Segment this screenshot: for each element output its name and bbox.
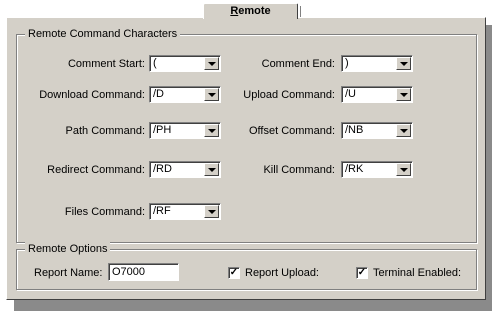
kill-command-value: /RK xyxy=(345,163,364,175)
report-upload-label: Report Upload: xyxy=(245,267,319,279)
report-name-input[interactable]: O7000 xyxy=(108,263,179,281)
path-command-select[interactable]: /PH xyxy=(149,122,221,139)
download-command-value: /D xyxy=(153,88,164,100)
tab-edge xyxy=(298,6,301,17)
comment-end-select[interactable]: ) xyxy=(341,55,413,72)
chevron-down-icon[interactable] xyxy=(396,57,411,70)
chevron-down-icon[interactable] xyxy=(396,124,411,137)
upload-command-value: /U xyxy=(345,88,356,100)
kill-command-select[interactable]: /RK xyxy=(341,161,413,178)
terminal-enabled-label: Terminal Enabled: xyxy=(373,267,462,279)
comment-start-value: ( xyxy=(153,57,157,69)
chevron-down-icon[interactable] xyxy=(396,88,411,101)
tab-remote-label: emote xyxy=(238,5,271,17)
path-command-label: Path Command: xyxy=(65,125,145,137)
path-command-value: /PH xyxy=(153,124,172,136)
kill-command-label: Kill Command: xyxy=(263,164,335,176)
comment-start-label: Comment Start: xyxy=(67,58,145,70)
comment-end-label: Comment End: xyxy=(261,58,335,70)
redirect-command-select[interactable]: /RD xyxy=(149,161,221,178)
download-command-label: Download Command: xyxy=(39,89,145,101)
offset-command-label: Offset Command: xyxy=(249,125,335,137)
offset-command-select[interactable]: /NB xyxy=(341,122,413,139)
chevron-down-icon[interactable] xyxy=(204,124,219,137)
upload-command-select[interactable]: /U xyxy=(341,86,413,103)
files-command-label: Files Command: xyxy=(64,206,145,218)
redirect-command-value: /RD xyxy=(153,163,172,175)
download-command-select[interactable]: /D xyxy=(149,86,221,103)
chevron-down-icon[interactable] xyxy=(204,88,219,101)
terminal-enabled-checkbox[interactable]: ✓ xyxy=(356,267,368,279)
comment-start-select[interactable]: ( xyxy=(149,55,221,72)
chevron-down-icon[interactable] xyxy=(204,163,219,176)
redirect-command-label: Redirect Command: xyxy=(47,164,145,176)
chevron-down-icon[interactable] xyxy=(396,163,411,176)
files-command-select[interactable]: /RF xyxy=(149,203,221,220)
remote-command-characters-title: Remote Command Characters xyxy=(25,27,181,41)
upload-command-label: Upload Command: xyxy=(243,89,335,101)
report-upload-checkbox[interactable]: ✓ xyxy=(228,267,240,279)
remote-panel: Remote Command Characters Comment Start:… xyxy=(6,17,486,300)
comment-end-value: ) xyxy=(345,57,349,69)
chevron-down-icon[interactable] xyxy=(204,205,219,218)
report-name-label: Report Name: xyxy=(34,267,103,279)
files-command-value: /RF xyxy=(153,205,171,217)
remote-options-title: Remote Options xyxy=(25,242,111,256)
offset-command-value: /NB xyxy=(345,124,364,136)
chevron-down-icon[interactable] xyxy=(204,57,219,70)
tab-remote[interactable]: Remote xyxy=(203,3,298,19)
